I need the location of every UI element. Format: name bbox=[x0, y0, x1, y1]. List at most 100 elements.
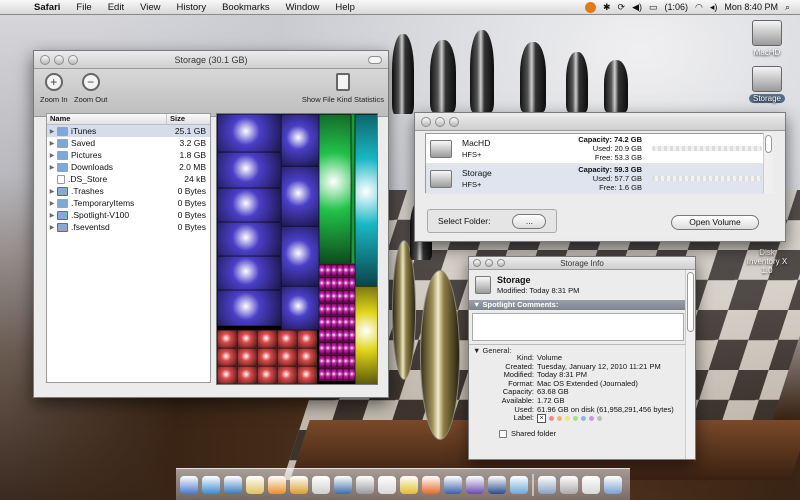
volume-row[interactable]: MacHD HFS+ Capacity: 74.2 GB Used: 20.9 GB F… bbox=[426, 134, 764, 164]
open-volume-button[interactable]: Open Volume bbox=[671, 215, 759, 230]
disclosure-triangle-icon[interactable]: ▶ bbox=[47, 212, 57, 219]
column-header-name[interactable]: Name bbox=[47, 114, 166, 124]
dock-app-icon[interactable] bbox=[378, 475, 396, 494]
treemap-block[interactable] bbox=[217, 256, 281, 290]
disclosure-triangle-icon[interactable]: ▶ bbox=[47, 152, 57, 159]
volume-list[interactable]: MacHD HFS+ Capacity: 74.2 GB Used: 20.9 GB F… bbox=[425, 133, 765, 194]
menu-view[interactable]: View bbox=[132, 2, 168, 13]
scroll-thumb[interactable] bbox=[687, 272, 694, 332]
dock-app-icon[interactable] bbox=[312, 475, 330, 494]
label-color-dot[interactable] bbox=[573, 416, 578, 422]
dock-app-icon[interactable] bbox=[290, 475, 308, 494]
dock-app-icon[interactable] bbox=[510, 475, 528, 494]
disclosure-triangle-icon[interactable]: ▶ bbox=[47, 200, 57, 207]
column-header-size[interactable]: Size bbox=[166, 114, 210, 124]
file-row[interactable]: ▶ .Trashes 0 Bytes bbox=[47, 185, 210, 197]
disclosure-triangle-icon[interactable]: ▶ bbox=[47, 128, 57, 135]
shared-folder-row[interactable]: Shared folder bbox=[469, 429, 687, 438]
menu-help[interactable]: Help bbox=[327, 2, 363, 13]
zoom-button[interactable] bbox=[497, 259, 505, 267]
label-color-dot[interactable] bbox=[581, 416, 586, 422]
disclosure-triangle-icon[interactable]: ▶ bbox=[47, 188, 57, 195]
menu-window[interactable]: Window bbox=[278, 2, 328, 13]
battery-icon[interactable]: ▭ bbox=[649, 2, 658, 13]
minimize-button[interactable] bbox=[485, 259, 493, 267]
dock-app-icon[interactable] bbox=[444, 475, 462, 494]
wifi-icon[interactable]: ◠ bbox=[695, 2, 703, 13]
file-row[interactable]: ▶ Saved 3.2 GB bbox=[47, 137, 210, 149]
file-list[interactable]: Name Size ▶ iTunes 25.1 GB ▶ Saved 3.2 GB ▶ Pic… bbox=[46, 113, 211, 383]
volume-row[interactable]: Storage HFS+ Capacity: 59.3 GB Used: 57.7 G… bbox=[426, 164, 764, 194]
spotlight-comments-field[interactable] bbox=[472, 313, 684, 341]
desktop-icon-storage[interactable]: Storage bbox=[737, 66, 797, 103]
menu-edit[interactable]: Edit bbox=[100, 2, 132, 13]
zoom-button[interactable] bbox=[68, 55, 78, 65]
label-color-dot[interactable] bbox=[589, 416, 594, 422]
label-color-dot[interactable] bbox=[557, 416, 562, 422]
sound-icon[interactable]: ◂) bbox=[710, 2, 718, 13]
file-row[interactable]: ▶ .fseventsd 0 Bytes bbox=[47, 221, 210, 233]
desktop-icon-machd[interactable]: MacHD bbox=[737, 20, 797, 57]
menu-bookmarks[interactable]: Bookmarks bbox=[214, 2, 278, 13]
close-button[interactable] bbox=[473, 259, 481, 267]
dock-app-icon[interactable] bbox=[268, 475, 286, 494]
treemap-block[interactable] bbox=[237, 366, 257, 384]
show-file-kind-statistics-button[interactable]: Show File Kind Statistics bbox=[302, 73, 384, 104]
treemap-block[interactable] bbox=[217, 222, 281, 256]
dock-app-icon[interactable] bbox=[180, 475, 198, 494]
treemap-block[interactable] bbox=[281, 226, 319, 286]
treemap-block[interactable] bbox=[281, 114, 319, 166]
treemap-block[interactable] bbox=[277, 348, 297, 366]
menu-file[interactable]: File bbox=[68, 2, 99, 13]
shared-folder-checkbox[interactable] bbox=[499, 429, 507, 438]
dock-app-icon[interactable] bbox=[202, 475, 220, 494]
treemap-block[interactable] bbox=[257, 348, 277, 366]
close-button[interactable] bbox=[421, 117, 431, 127]
dock-app-icon[interactable] bbox=[224, 475, 242, 494]
zoom-out-button[interactable]: − Zoom Out bbox=[74, 73, 107, 104]
treemap-block[interactable] bbox=[297, 366, 317, 384]
file-row[interactable]: ▶ Downloads 2.0 MB bbox=[47, 161, 210, 173]
info-scrollbar[interactable] bbox=[685, 270, 695, 459]
treemap-block[interactable] bbox=[297, 348, 317, 366]
treemap-block[interactable] bbox=[277, 366, 297, 384]
disclosure-triangle-icon[interactable]: ▶ bbox=[47, 140, 57, 147]
file-row[interactable]: ▶ .TemporaryItems 0 Bytes bbox=[47, 197, 210, 209]
treemap-view[interactable] bbox=[216, 113, 378, 385]
toolbar-toggle-button[interactable] bbox=[368, 56, 382, 64]
label-none-button[interactable]: × bbox=[537, 414, 546, 424]
sync-icon[interactable]: ⟳ bbox=[618, 2, 626, 13]
volumes-window-titlebar[interactable] bbox=[415, 113, 785, 131]
spotlight-comments-section[interactable]: ▼ Spotlight Comments: bbox=[469, 300, 687, 310]
treemap-block[interactable] bbox=[237, 348, 257, 366]
treemap-block[interactable] bbox=[217, 188, 281, 222]
menu-app-safari[interactable]: Safari bbox=[26, 2, 68, 13]
file-row[interactable]: ▶ iTunes 25.1 GB bbox=[47, 125, 210, 137]
treemap-block[interactable] bbox=[355, 114, 377, 286]
menubar-clock[interactable]: Mon 8:40 PM bbox=[724, 2, 778, 12]
treemap-block[interactable] bbox=[257, 330, 277, 348]
label-color-dot[interactable] bbox=[565, 416, 570, 422]
storage-window-titlebar[interactable]: Storage (30.1 GB) bbox=[34, 51, 388, 69]
dock-app-icon[interactable] bbox=[466, 475, 484, 494]
treemap-block[interactable] bbox=[217, 348, 237, 366]
dock-app-icon[interactable] bbox=[582, 475, 600, 494]
treemap-block[interactable] bbox=[281, 286, 319, 330]
label-color-dot[interactable] bbox=[549, 416, 554, 422]
volume-list-scrollbar[interactable] bbox=[763, 133, 773, 193]
zoom-button[interactable] bbox=[449, 117, 459, 127]
dock-app-icon[interactable] bbox=[334, 475, 352, 494]
treemap-block[interactable] bbox=[217, 152, 281, 188]
dock-app-icon[interactable] bbox=[538, 475, 556, 494]
info-window-titlebar[interactable]: Storage Info bbox=[469, 257, 695, 270]
dock-app-icon[interactable] bbox=[488, 475, 506, 494]
scroll-thumb[interactable] bbox=[765, 135, 772, 153]
treemap-block[interactable] bbox=[237, 330, 257, 348]
dock-app-icon[interactable] bbox=[246, 475, 264, 494]
treemap-block[interactable] bbox=[217, 290, 281, 326]
file-row[interactable]: .DS_Store 24 kB bbox=[47, 173, 210, 185]
minimize-button[interactable] bbox=[435, 117, 445, 127]
spotlight-icon[interactable]: ⌕ bbox=[785, 2, 790, 13]
file-row[interactable]: ▶ .Spotlight-V100 0 Bytes bbox=[47, 209, 210, 221]
menu-history[interactable]: History bbox=[169, 2, 215, 13]
